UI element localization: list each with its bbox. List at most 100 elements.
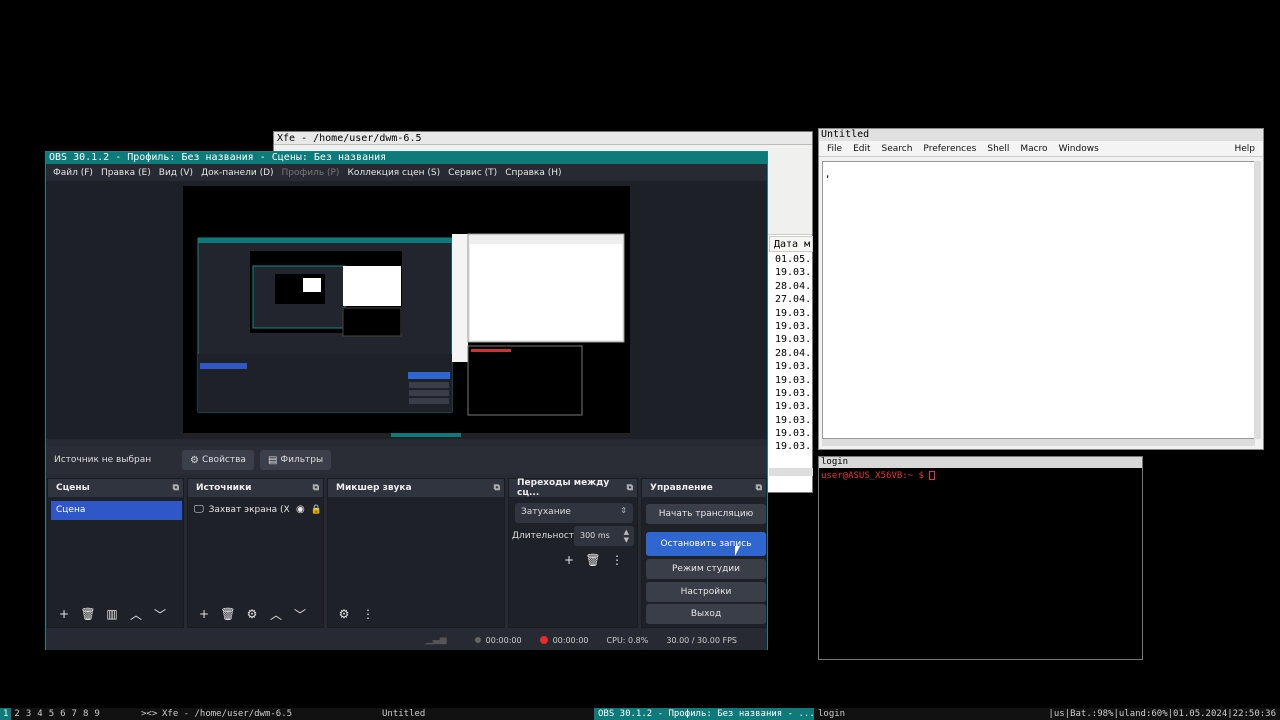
add-icon[interactable]: +	[194, 604, 214, 624]
date-cell: 27.04.	[775, 294, 812, 306]
obs-window[interactable]: OBS 30.1.2 - Профиль: Без названия - Сце…	[45, 151, 768, 650]
transitions-body: Затухание ⇕ Длительность 300 ms ▲ ▼ + 🗑 ⋮	[509, 497, 637, 627]
spin-arrows-icon[interactable]: ▲ ▼	[624, 528, 629, 544]
nedit-window[interactable]: Untitled File Edit Search Preferences Sh…	[818, 128, 1264, 450]
menu-item[interactable]: Справка (H)	[505, 168, 561, 178]
workspace-tag[interactable]: 9	[91, 708, 102, 720]
sources-list[interactable]: 🖵 Захват экрана (X ◉ 🔒 + 🗑 ⚙ ︿ ﹀	[188, 497, 323, 627]
menu-item[interactable]: Сервис (T)	[448, 168, 497, 178]
dock-header: Сцены ⧉	[48, 479, 183, 497]
menu-item[interactable]: Док-панели (D)	[201, 168, 273, 178]
list-item[interactable]: 🖵 Захват экрана (X ◉ 🔒	[194, 501, 322, 518]
taskbar: 123456789 ><> Xfe - /home/user/dwm-6.5 U…	[0, 708, 1280, 720]
task-untitled[interactable]: Untitled	[378, 708, 594, 720]
more-icon[interactable]: ⋮	[358, 604, 378, 624]
advanced-audio-icon[interactable]: ⚙	[334, 604, 354, 624]
trash-icon[interactable]: 🗑	[218, 604, 238, 624]
task-xfe[interactable]: Xfe - /home/user/dwm-6.5	[158, 708, 378, 720]
chevron-up-icon[interactable]: ︿	[266, 604, 286, 624]
mouse-pointer-icon	[735, 546, 740, 556]
scenes-list[interactable]: Сцена + 🗑 ▥ ︿ ﹀	[48, 497, 183, 627]
workspace-tags: 123456789	[0, 708, 103, 720]
more-icon[interactable]: ⋮	[607, 550, 627, 570]
transition-select[interactable]: Затухание ⇕	[515, 503, 633, 523]
date-cell: 28.04.	[775, 280, 812, 292]
duration-spinbox[interactable]: 300 ms ▲ ▼	[574, 526, 634, 546]
menu-help[interactable]: Help	[1234, 144, 1255, 154]
terminal-window[interactable]: login user@ASUS_X56VB:~ $	[818, 456, 1143, 660]
dock-header: Микшер звука ⧉	[328, 479, 504, 497]
record-icon	[539, 636, 548, 644]
menu-item[interactable]: Файл (F)	[53, 168, 93, 178]
record-status: 00:00:00	[539, 636, 589, 645]
filter-icon[interactable]: ▥	[102, 604, 122, 624]
gear-icon: ⚙	[190, 454, 199, 466]
mixer-title: Микшер звука	[336, 483, 412, 493]
stop-recording-button[interactable]: Остановить запись	[646, 532, 766, 556]
exit-button[interactable]: Выход	[646, 604, 766, 624]
eye-icon[interactable]: ◉	[296, 504, 305, 515]
undock-icon[interactable]: ⧉	[756, 483, 762, 493]
audio-mixer-dock: Микшер звука ⧉ ⚙ ⋮	[327, 478, 505, 628]
menu-preferences[interactable]: Preferences	[923, 144, 976, 154]
trash-icon[interactable]: 🗑	[78, 604, 98, 624]
menu-edit[interactable]: Edit	[853, 144, 870, 154]
chevron-up-icon[interactable]: ︿	[126, 604, 146, 624]
chevron-down-icon[interactable]: ﹀	[290, 604, 310, 624]
controls-title: Управление	[650, 483, 713, 493]
menu-item: Профиль (P)	[281, 167, 340, 178]
fps-readout: 30.00 / 30.00 FPS	[666, 635, 737, 645]
task-login[interactable]: login	[814, 708, 849, 720]
menu-macro[interactable]: Macro	[1020, 144, 1047, 154]
scenes-title: Сцены	[56, 483, 90, 493]
date-column-header[interactable]: Дата м	[769, 236, 813, 252]
gear-icon[interactable]: ⚙	[242, 604, 262, 624]
add-icon[interactable]: +	[54, 604, 74, 624]
terminal-prompt: user@ASUS_X56VB:~ $	[821, 471, 930, 481]
filter-icon: ▤	[267, 454, 278, 466]
task-obs[interactable]: OBS 30.1.2 - Профиль: Без названия - ...	[594, 708, 814, 720]
transitions-dock: Переходы между сц... ⧉ Затухание ⇕ Длитель…	[508, 478, 638, 628]
filters-button[interactable]: ▤ Фильтры	[259, 450, 332, 470]
chevron-down-icon[interactable]: ﹀	[150, 604, 170, 624]
workspace-tag[interactable]: 8	[80, 708, 91, 720]
studio-mode-button[interactable]: Режим студии	[646, 559, 766, 579]
menu-item[interactable]: Коллекция сцен (S)	[347, 168, 440, 178]
lock-icon[interactable]: 🔒	[311, 505, 322, 515]
menu-item[interactable]: Правка (E)	[101, 168, 151, 178]
menu-shell[interactable]: Shell	[987, 144, 1009, 154]
horizontal-scrollbar[interactable]	[822, 439, 1255, 446]
menu-item[interactable]: Вид (V)	[159, 168, 193, 178]
list-item[interactable]: Сцена	[51, 501, 182, 520]
undock-icon[interactable]: ⧉	[494, 483, 500, 493]
menu-file[interactable]: File	[827, 144, 842, 154]
horizontal-scrollbar[interactable]	[769, 468, 813, 476]
workspace-tag[interactable]: 2	[11, 708, 22, 720]
trash-icon[interactable]: 🗑	[583, 550, 603, 570]
start-streaming-button[interactable]: Начать трансляцию	[646, 504, 766, 524]
workspace-tag[interactable]: 6	[57, 708, 68, 720]
undock-icon[interactable]: ⧉	[313, 483, 319, 493]
duration-label: Длительность	[512, 531, 580, 541]
vertical-scrollbar[interactable]	[1254, 161, 1261, 439]
date-cell: 28.04.	[775, 347, 812, 359]
add-icon[interactable]: +	[559, 550, 579, 570]
settings-button[interactable]: Настройки	[646, 582, 766, 602]
preview-canvas[interactable]	[183, 186, 630, 437]
date-cell: 19.03.	[775, 441, 812, 453]
cpu-usage: CPU: 0.8%	[606, 635, 649, 645]
preview-area[interactable]	[46, 181, 767, 439]
undock-icon[interactable]: ⧉	[627, 483, 633, 493]
workspace-tag[interactable]: 4	[34, 708, 45, 720]
properties-button[interactable]: ⚙ Свойства	[182, 450, 254, 470]
menu-search[interactable]: Search	[882, 144, 913, 154]
menu-windows[interactable]: Windows	[1059, 144, 1099, 154]
workspace-tag[interactable]: 7	[69, 708, 80, 720]
workspace-tag[interactable]: 3	[23, 708, 34, 720]
workspace-tag[interactable]: 1	[0, 708, 12, 720]
undock-icon[interactable]: ⧉	[173, 483, 179, 493]
text-editor-area[interactable]: ,	[822, 161, 1255, 439]
system-status: |us|Bat.:98%|uland:60%|01.05.2024|22:50:…	[1048, 709, 1276, 719]
workspace-tag[interactable]: 5	[46, 708, 57, 720]
terminal-prompt-line[interactable]: user@ASUS_X56VB:~ $	[819, 468, 1142, 481]
